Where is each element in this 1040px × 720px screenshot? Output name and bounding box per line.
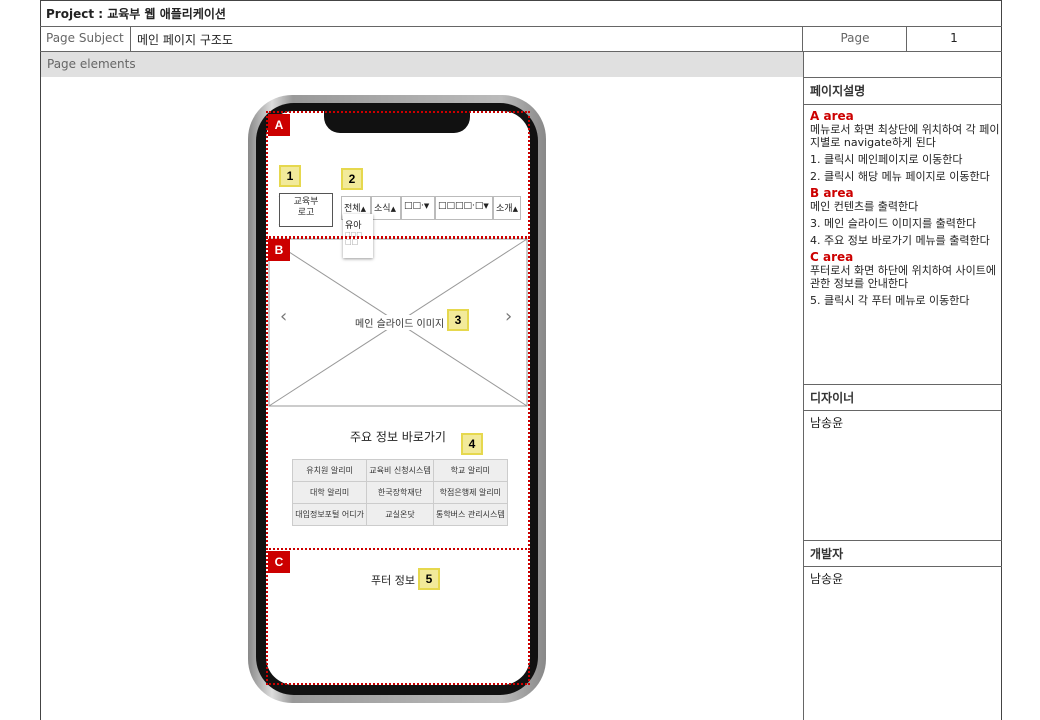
area-b-tag: B	[268, 239, 290, 261]
page-description: A area 메뉴로서 화면 최상단에 위치하여 각 페이지별로 navigat…	[810, 110, 1000, 311]
developer-heading: 개발자	[804, 540, 1002, 567]
page-elements-label: Page elements	[41, 52, 803, 77]
marker-3: 3	[447, 309, 469, 331]
project-title: Project : 교육부 웹 애플리케이션	[40, 0, 1002, 27]
sidebar: 페이지설명 A area 메뉴로서 화면 최상단에 위치하여 각 페이지별로 n…	[803, 52, 1002, 720]
a-area-title: A area	[810, 109, 854, 123]
area-c-tag: C	[268, 551, 290, 573]
developer-name: 남송윤	[810, 572, 844, 586]
area-c-outline	[266, 548, 530, 685]
marker-1: 1	[279, 165, 301, 187]
subject-row: Page Subject 메인 페이지 구조도 Page 1	[40, 27, 1002, 52]
area-a-tag: A	[268, 114, 290, 136]
designer-heading: 디자이너	[804, 384, 1002, 411]
c-area-desc: 푸터로서 화면 하단에 위치하여 사이트에 관한 정보를 안내한다	[810, 264, 997, 290]
marker-2: 2	[341, 168, 363, 190]
area-a-outline	[266, 111, 530, 238]
page-subject-label: Page Subject	[46, 31, 124, 45]
marker-5: 5	[418, 568, 440, 590]
page-subject-value: 메인 페이지 구조도	[137, 33, 233, 47]
page-number: 1	[950, 31, 958, 45]
page-label: Page	[840, 31, 870, 45]
b-item-4: 4. 주요 정보 바로가기 메뉴를 출력한다	[810, 234, 990, 247]
b-area-desc: 메인 컨텐츠를 출력한다	[810, 200, 919, 213]
c-area-title: C area	[810, 250, 854, 264]
b-item-3: 3. 메인 슬라이드 이미지를 출력한다	[810, 217, 977, 230]
marker-4: 4	[461, 433, 483, 455]
a-area-desc: 메뉴로서 화면 최상단에 위치하여 각 페이지별로 navigate하게 된다	[810, 123, 1000, 149]
a-item-1: 1. 클릭시 메인페이지로 이동한다	[810, 153, 963, 166]
desc-heading: 페이지설명	[804, 78, 1002, 105]
designer-name: 남송윤	[810, 416, 844, 430]
area-b-outline	[266, 237, 530, 550]
a-item-2: 2. 클릭시 해당 메뉴 페이지로 이동한다	[810, 170, 990, 183]
b-area-title: B area	[810, 186, 854, 200]
c-item-5: 5. 클릭시 각 푸터 메뉴로 이동한다	[810, 294, 970, 307]
